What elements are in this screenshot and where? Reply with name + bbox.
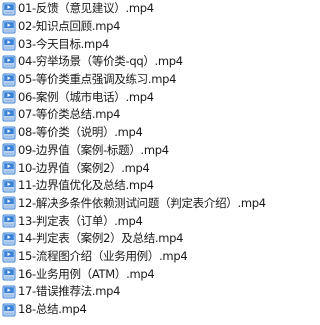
file-name: 06-案例（城市电话）.mp4 [18, 89, 154, 104]
file-name: 15-流程图介绍（业务用例）.mp4 [18, 248, 188, 263]
file-item[interactable]: 15-流程图介绍（业务用例）.mp4 [0, 248, 285, 266]
video-file-icon [2, 232, 16, 246]
file-list: 01-反馈（意见建议）.mp4 02-知识点回顾.mp4 03-今天目标.mp4… [0, 0, 285, 325]
file-name: 07-等价类总结.mp4 [18, 107, 121, 122]
file-name: 11-边界值优化及总结.mp4 [18, 178, 154, 193]
video-file-icon [2, 20, 16, 34]
file-name: 01-反馈（意见建议）.mp4 [18, 1, 154, 16]
file-item[interactable]: 05-等价类重点强调及练习.mp4 [0, 71, 285, 89]
file-name: 04-穷举场景（等价类-qq）.mp4 [18, 54, 183, 69]
file-name: 09-边界值（案例-标题）.mp4 [18, 142, 169, 157]
file-name: 03-今天目标.mp4 [18, 36, 109, 51]
video-file-icon [2, 285, 16, 299]
file-item[interactable]: 01-反馈（意见建议）.mp4 [0, 0, 285, 18]
file-name: 02-知识点回顾.mp4 [18, 19, 121, 34]
file-name: 10-边界值（案例2）.mp4 [18, 160, 150, 175]
video-file-icon [2, 179, 16, 193]
video-file-icon [2, 108, 16, 122]
file-name: 18-总结.mp4 [18, 302, 87, 317]
video-file-icon [2, 37, 16, 51]
file-item[interactable]: 09-边界值（案例-标题）.mp4 [0, 142, 285, 160]
file-item[interactable]: 13-判定表（订单）.mp4 [0, 212, 285, 230]
file-item[interactable]: 06-案例（城市电话）.mp4 [0, 88, 285, 106]
file-name: 16-业务用例（ATM）.mp4 [18, 266, 155, 281]
file-item[interactable]: 14-判定表（案例2）及总结.mp4 [0, 230, 285, 248]
video-file-icon [2, 249, 16, 263]
file-item[interactable]: 03-今天目标.mp4 [0, 35, 285, 53]
video-file-icon [2, 303, 16, 317]
file-item[interactable]: 07-等价类总结.mp4 [0, 106, 285, 124]
file-item[interactable]: 08-等价类（说明）.mp4 [0, 124, 285, 142]
file-item[interactable]: 17-错误推荐法.mp4 [0, 283, 285, 301]
file-item[interactable]: 02-知识点回顾.mp4 [0, 18, 285, 36]
video-file-icon [2, 90, 16, 104]
video-file-icon [2, 126, 16, 140]
file-item[interactable]: 16-业务用例（ATM）.mp4 [0, 265, 285, 283]
video-file-icon [2, 2, 16, 16]
video-file-icon [2, 267, 16, 281]
video-file-icon [2, 161, 16, 175]
video-file-icon [2, 73, 16, 87]
video-file-icon [2, 214, 16, 228]
file-name: 05-等价类重点强调及练习.mp4 [18, 72, 177, 87]
file-item[interactable]: 11-边界值优化及总结.mp4 [0, 177, 285, 195]
file-name: 17-错误推荐法.mp4 [18, 284, 121, 299]
file-name: 13-判定表（订单）.mp4 [18, 213, 143, 228]
video-file-icon [2, 196, 16, 210]
file-item[interactable]: 12-解决多条件依赖测试问题（判定表介绍）.mp4 [0, 195, 285, 213]
file-name: 14-判定表（案例2）及总结.mp4 [18, 231, 184, 246]
video-file-icon [2, 143, 16, 157]
video-file-icon [2, 55, 16, 69]
file-item[interactable]: 10-边界值（案例2）.mp4 [0, 159, 285, 177]
file-name: 08-等价类（说明）.mp4 [18, 125, 143, 140]
file-item[interactable]: 04-穷举场景（等价类-qq）.mp4 [0, 53, 285, 71]
file-item[interactable]: 18-总结.mp4 [0, 301, 285, 319]
file-name: 12-解决多条件依赖测试问题（判定表介绍）.mp4 [18, 195, 266, 210]
